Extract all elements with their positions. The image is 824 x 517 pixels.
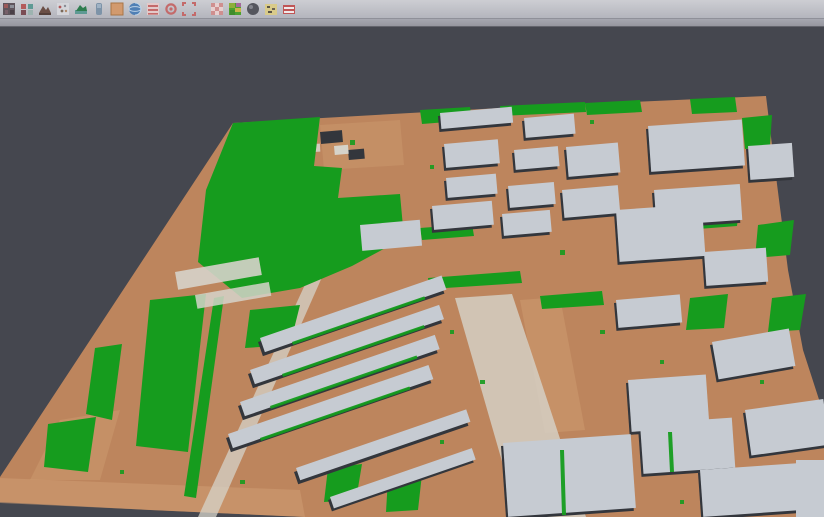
grid-icon[interactable] xyxy=(209,1,225,17)
open-file-icon[interactable] xyxy=(19,1,35,17)
3d-viewport[interactable] xyxy=(0,0,824,517)
zoom-extent-icon[interactable] xyxy=(181,1,197,17)
viewport-header-strip xyxy=(0,19,824,27)
ortho-icon[interactable] xyxy=(109,1,125,17)
texture-icon[interactable] xyxy=(263,1,279,17)
table-icon[interactable] xyxy=(145,1,161,17)
classification-icon[interactable] xyxy=(227,1,243,17)
sphere-icon[interactable] xyxy=(245,1,261,17)
main-toolbar xyxy=(0,0,824,19)
dem-icon[interactable] xyxy=(37,1,53,17)
points-icon[interactable] xyxy=(55,1,71,17)
globe-icon[interactable] xyxy=(127,1,143,17)
scalar-bar-icon[interactable] xyxy=(91,1,107,17)
mosaic-icon[interactable] xyxy=(1,1,17,17)
terrain-icon[interactable] xyxy=(73,1,89,17)
flag-icon[interactable] xyxy=(281,1,297,17)
gear-icon[interactable] xyxy=(163,1,179,17)
